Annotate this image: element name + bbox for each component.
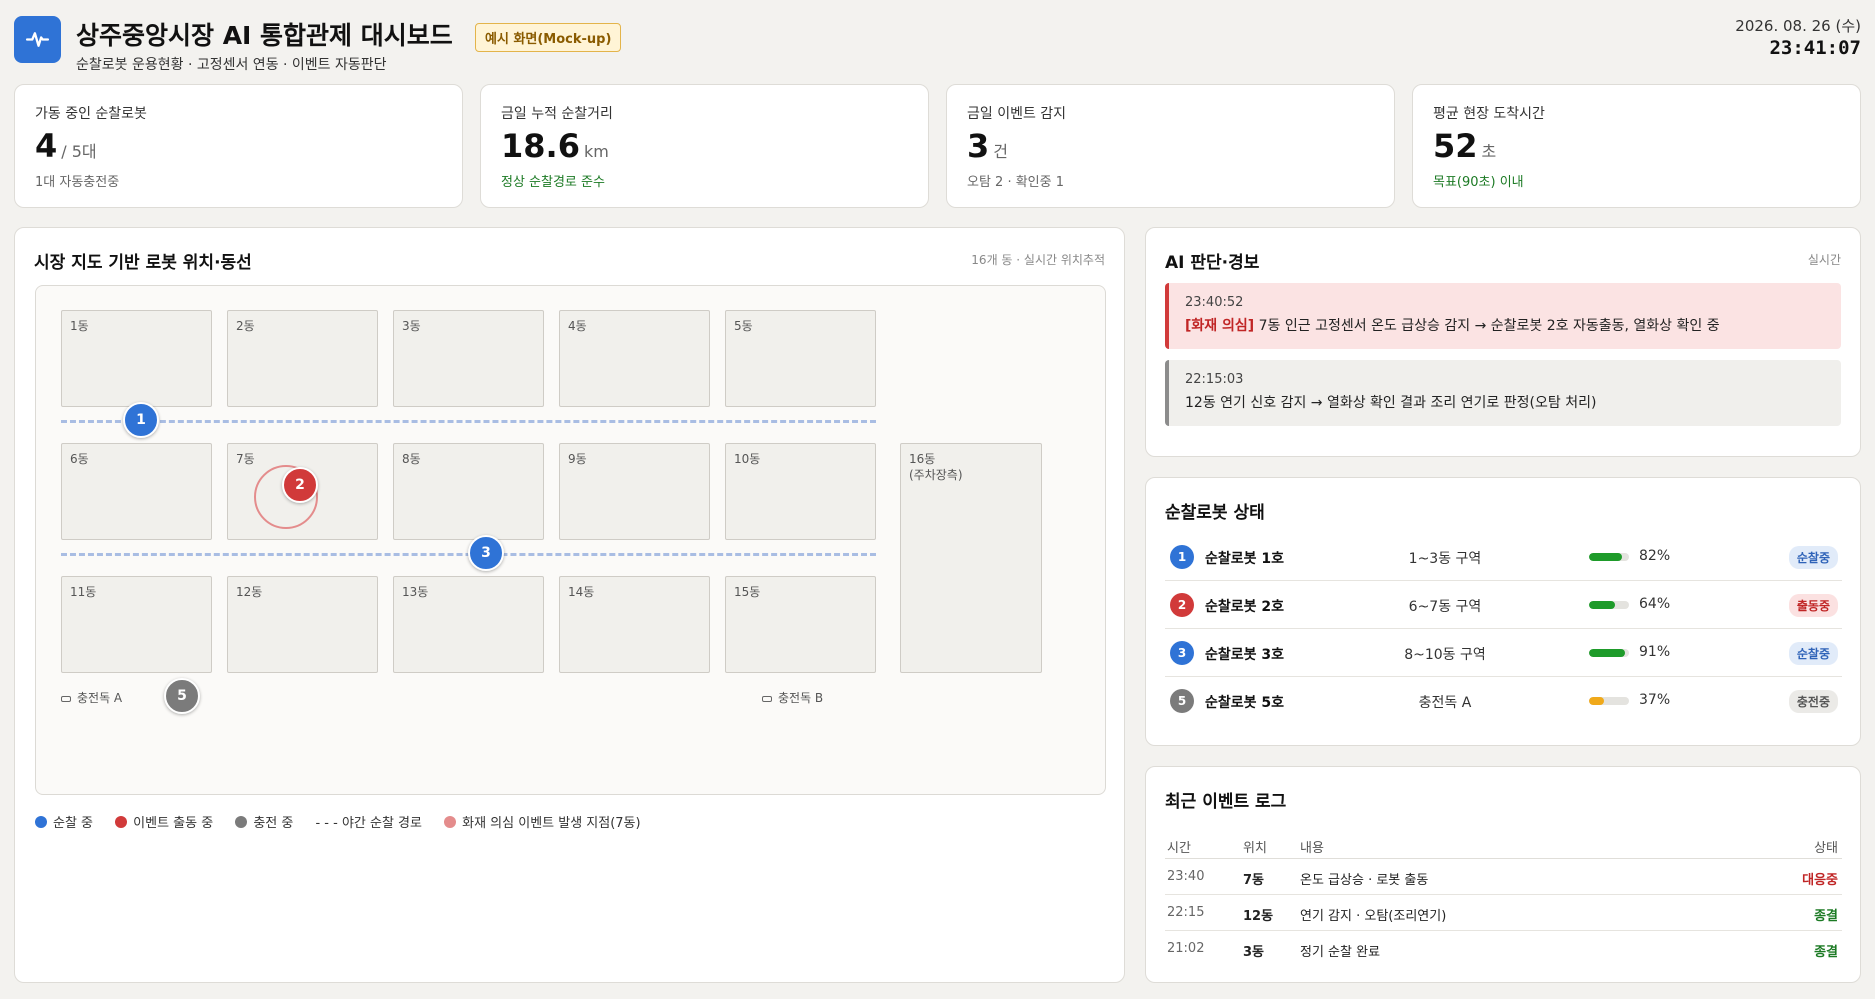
stall[interactable]: 3동 [393,310,544,407]
kpi-card-arrival-time: 평균 현장 도착시간 52 초 목표(90초) 이내 [1412,84,1861,208]
kpi-note: 정상 순찰경로 준수 [501,175,605,190]
event-log-header: 시간 위치 내용 상태 [1165,831,1842,859]
stall[interactable]: 15동 [725,576,876,673]
stall[interactable]: 8동 [393,443,544,540]
stall[interactable]: 12동 [227,576,378,673]
robot-marker-1[interactable]: 1 [123,402,159,438]
ai-alerts-panel: AI 판단·경보 실시간 23:40:52 [화재 의심] 7동 인근 고정센서… [1145,227,1861,457]
status-badge: 충전중 [1788,690,1838,713]
legend-dispatched: 이벤트 출동 중 [115,812,213,831]
stall[interactable]: 11동 [61,576,212,673]
robot-status-panel: 순찰로봇 상태 1 순찰로봇 1호 1~3동 구역 82% 순찰중 2 순찰로봇… [1145,477,1861,746]
kpi-note: 1대 자동충전중 [35,175,120,190]
kpi-value: 52 초 [1433,127,1497,165]
table-row[interactable]: 22:15 12동 연기 감지 · 오탐(조리연기) 종결 [1165,895,1842,931]
alerts-meta: 실시간 [1807,253,1841,267]
stall[interactable]: 9동 [559,443,710,540]
battery-icon [61,695,71,702]
status-badge: 순찰중 [1788,546,1838,569]
map-title: 시장 지도 기반 로봇 위치·동선 [34,253,252,273]
kpi-card-active-robots: 가동 중인 순찰로봇 4/ 5대 1대 자동충전중 [14,84,463,208]
stall[interactable]: 10동 [725,443,876,540]
legend-night-route: - - - 야간 순찰 경로 [315,816,422,831]
header: 상주중앙시장 AI 통합관제 대시보드 순찰로봇 운용현황 · 고정센서 연동 … [14,10,1861,73]
current-time: 23:41:07 [1769,37,1861,59]
alerts-title: AI 판단·경보 [1165,253,1260,273]
legend-charging: 충전 중 [235,812,293,831]
robot-status-row[interactable]: 5 순찰로봇 5호 충전독 A 37% 충전중 [1165,677,1842,725]
stall[interactable]: 2동 [227,310,378,407]
kpi-note: 오탐 2 · 확인중 1 [967,175,1065,190]
kpi-card-events-detected: 금일 이벤트 감지 3건 오탐 2 · 확인중 1 [946,84,1395,208]
map-meta: 16개 동 · 실시간 위치추적 [971,253,1105,267]
robot-status-row[interactable]: 2 순찰로봇 2호 6~7동 구역 64% 출동중 [1165,581,1842,629]
market-map[interactable]: 1동 2동 3동 4동 5동 6동 7동 8동 9동 10동 11동 12동 1… [35,285,1106,795]
robot-marker-3[interactable]: 3 [468,535,504,571]
battery-bar [1589,649,1629,657]
robot-status-row[interactable]: 1 순찰로봇 1호 1~3동 구역 82% 순찰중 [1165,533,1842,581]
stall[interactable]: 4동 [559,310,710,407]
event-log-panel: 최근 이벤트 로그 시간 위치 내용 상태 23:40 7동 온도 급상승 · … [1145,766,1861,983]
alert-item-smoke[interactable]: 22:15:03 12동 연기 신호 감지 → 열화상 확인 결과 조리 연기로… [1165,360,1841,426]
page-subtitle: 순찰로봇 운용현황 · 고정센서 연동 · 이벤트 자동판단 [76,57,387,73]
table-row[interactable]: 21:02 3동 정기 순찰 완료 종결 [1165,931,1842,967]
legend-fire-point: 화재 의심 이벤트 발생 지점(7동) [444,812,641,831]
map-legend: 순찰 중 이벤트 출동 중 충전 중 - - - 야간 순찰 경로 화재 의심 … [35,812,659,831]
kpi-label: 금일 누적 순찰거리 [501,106,613,122]
page-title: 상주중앙시장 AI 통합관제 대시보드 [76,21,453,50]
pulse-icon [25,32,50,47]
status-badge: 순찰중 [1788,642,1838,665]
battery-bar [1589,697,1629,705]
app-logo [14,16,61,63]
kpi-value: 4/ 5대 [35,127,97,165]
stall[interactable]: 5동 [725,310,876,407]
stall[interactable]: 14동 [559,576,710,673]
alert-item-fire[interactable]: 23:40:52 [화재 의심] 7동 인근 고정센서 온도 급상승 감지 → … [1165,283,1841,349]
stall[interactable]: 1동 [61,310,212,407]
robot-marker-5[interactable]: 5 [164,678,200,714]
charging-dock-b: 충전독 B [762,689,823,706]
kpi-value: 3건 [967,127,1008,165]
kpi-note: 목표(90초) 이내 [1433,175,1524,190]
battery-bar [1589,601,1629,609]
kpi-card-patrol-distance: 금일 누적 순찰거리 18.6 km 정상 순찰경로 준수 [480,84,929,208]
battery-icon [762,695,772,702]
stall[interactable]: 6동 [61,443,212,540]
charging-dock-a: 충전독 A [61,689,122,706]
robot-status-title: 순찰로봇 상태 [1165,503,1265,523]
current-date: 2026. 08. 26 (수) [1735,17,1861,35]
robot-status-row[interactable]: 3 순찰로봇 3호 8~10동 구역 91% 순찰중 [1165,629,1842,677]
battery-bar [1589,553,1629,561]
stall[interactable]: 13동 [393,576,544,673]
mockup-badge: 예시 화면(Mock-up) [475,23,622,52]
table-row[interactable]: 23:40 7동 온도 급상승 · 로봇 출동 대응중 [1165,859,1842,895]
event-log-title: 최근 이벤트 로그 [1165,792,1287,812]
kpi-label: 가동 중인 순찰로봇 [35,106,147,122]
legend-patrolling: 순찰 중 [35,812,93,831]
robot-marker-2[interactable]: 2 [282,467,318,503]
map-panel: 시장 지도 기반 로봇 위치·동선 16개 동 · 실시간 위치추적 1동 2동… [14,227,1125,983]
night-patrol-route [61,420,876,423]
kpi-label: 금일 이벤트 감지 [967,106,1067,122]
stall-parking-side[interactable]: 16동 (주차장측) [900,443,1042,673]
status-badge: 출동중 [1788,594,1838,617]
kpi-value: 18.6 km [501,127,609,165]
kpi-label: 평균 현장 도착시간 [1433,106,1545,122]
